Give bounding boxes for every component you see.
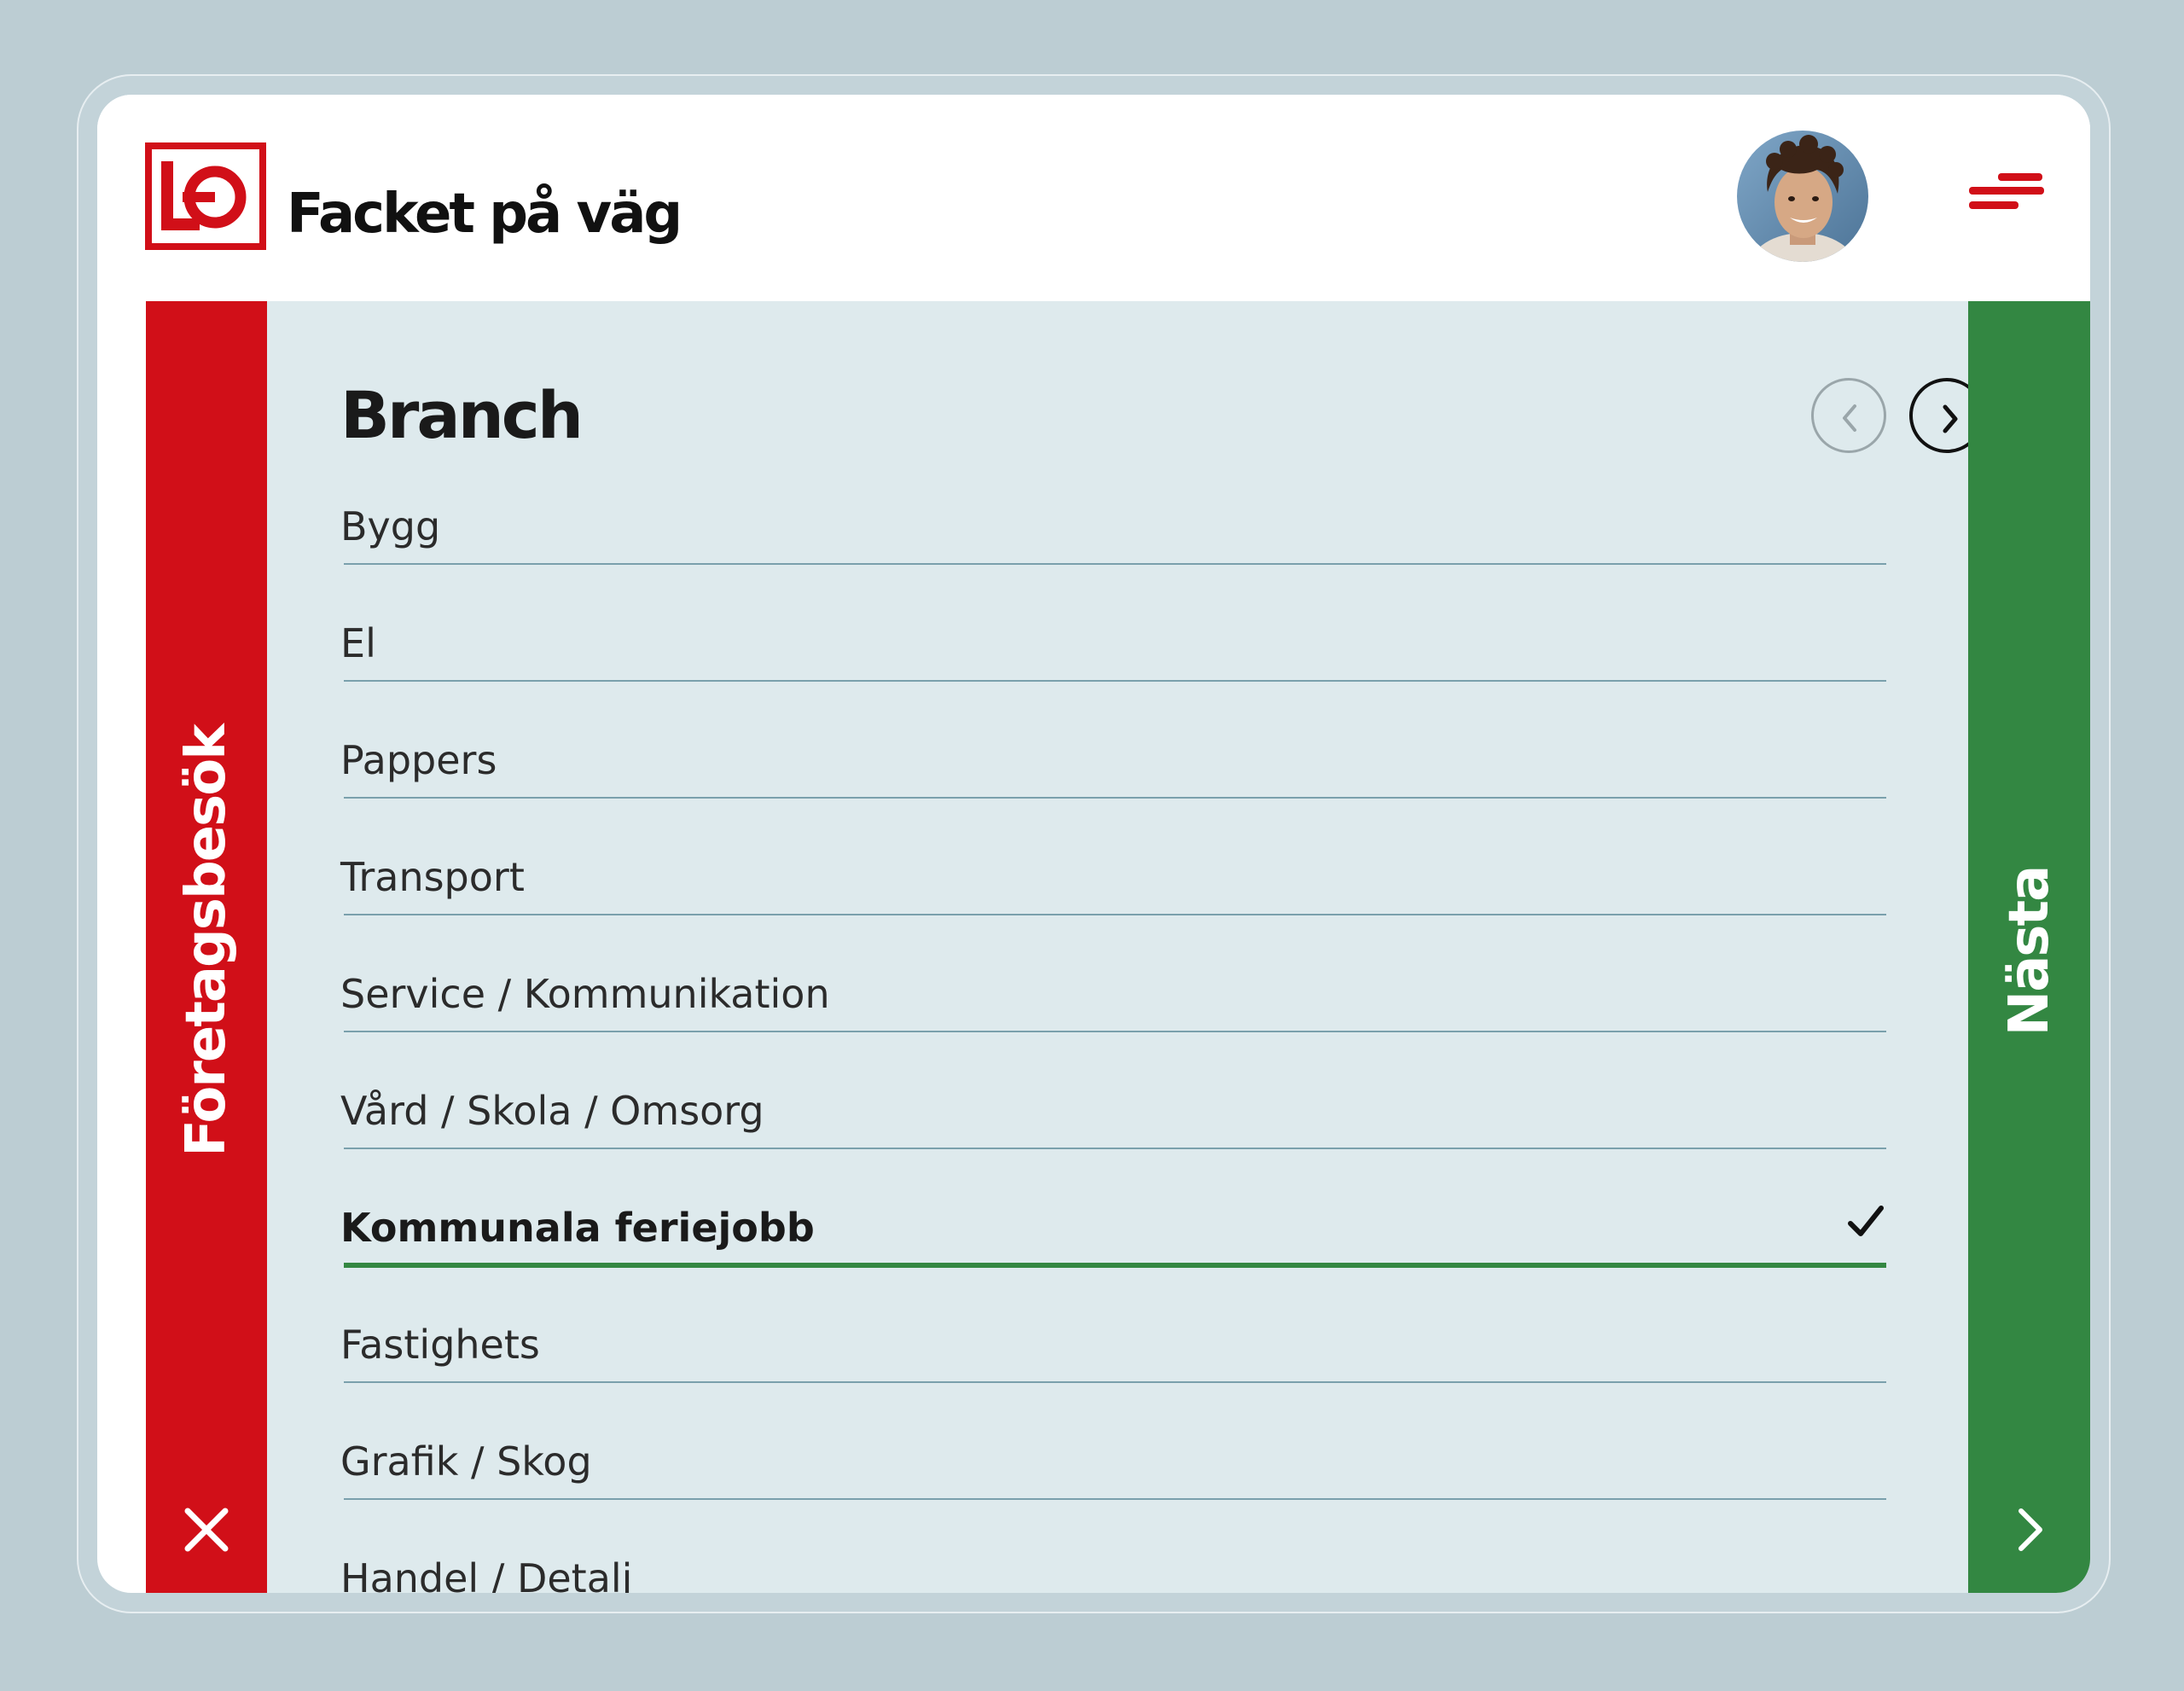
list-item-label: Pappers	[340, 737, 497, 783]
main-content: Branch Bygg El Pappers Transport Service / K…	[267, 301, 1968, 1593]
list-item-selected[interactable]: Kommunala feriejobb	[340, 1149, 1886, 1268]
list-item-label: Transport	[340, 854, 525, 900]
list-item[interactable]: Service / Kommunikation	[340, 915, 1886, 1032]
list-item[interactable]: Fastighets	[340, 1266, 1886, 1383]
hamburger-menu-icon[interactable]	[1966, 170, 2048, 231]
list-item-label: Kommunala feriejobb	[340, 1205, 815, 1251]
list-item[interactable]: Vård / Skola / Omsorg	[340, 1032, 1886, 1149]
list-item[interactable]: Transport	[340, 799, 1886, 915]
branch-list: Bygg El Pappers Transport Service / Kommunik…	[340, 448, 1886, 1593]
header: Facket på väg	[97, 95, 2090, 301]
list-item-label: El	[340, 620, 376, 666]
next-button[interactable]	[1909, 378, 1968, 453]
chevron-right-icon[interactable]	[2004, 1504, 2055, 1555]
user-avatar[interactable]	[1737, 131, 1868, 262]
app-title: Facket på väg	[287, 183, 682, 246]
list-item[interactable]: Grafik / Skog	[340, 1383, 1886, 1500]
section-title: Branch	[340, 377, 584, 453]
checkmark-icon	[1845, 1201, 1886, 1242]
chevron-right-icon	[1943, 404, 1958, 433]
rail-label-nasta: Nästa	[1998, 866, 2061, 1037]
list-item[interactable]: Pappers	[340, 682, 1886, 799]
rail-label-foretagsbesok: Företagsbesök	[175, 725, 238, 1157]
next-panel-rail[interactable]: Nästa	[1968, 301, 2090, 1593]
lo-logo[interactable]	[145, 142, 266, 250]
list-item-label: Fastighets	[340, 1322, 540, 1368]
list-item-label: Service / Kommunikation	[340, 971, 830, 1017]
chevron-left-icon	[1843, 404, 1856, 432]
close-icon[interactable]	[181, 1504, 232, 1555]
app-window: Facket på väg Företagsbesök Branch Bygg …	[97, 95, 2090, 1593]
close-panel-rail[interactable]: Företagsbesök	[146, 301, 267, 1593]
prev-button[interactable]	[1811, 378, 1886, 453]
list-item[interactable]: El	[340, 565, 1886, 682]
list-item-label: Grafik / Skog	[340, 1438, 592, 1485]
list-item[interactable]: Handel / Detalj	[340, 1500, 1886, 1593]
list-item-label: Vård / Skola / Omsorg	[340, 1088, 764, 1134]
list-item-label: Handel / Detalj	[340, 1555, 633, 1593]
list-item[interactable]: Bygg	[340, 448, 1886, 565]
list-item-label: Bygg	[340, 503, 441, 549]
